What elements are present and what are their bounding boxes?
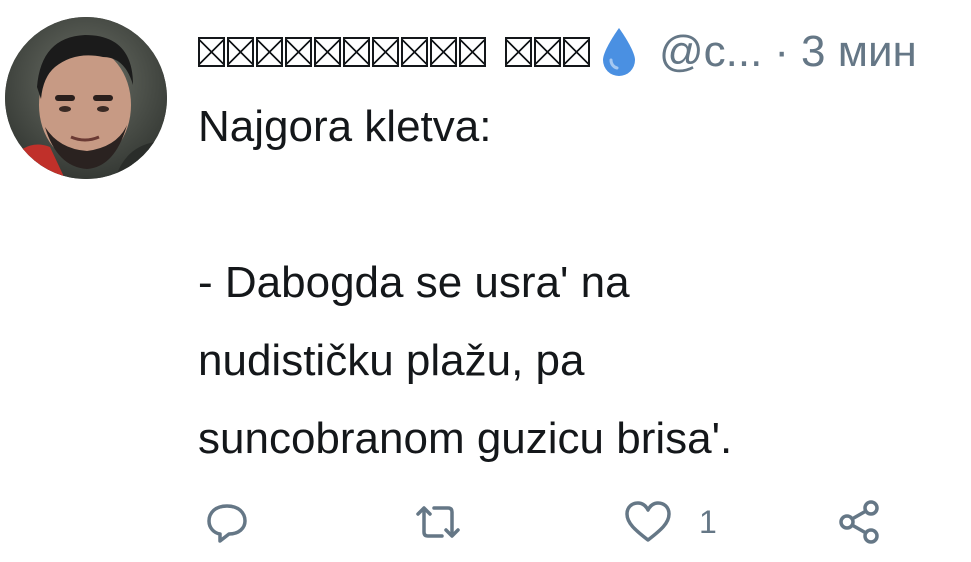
tweet-text: Najgora kletva: - Dabogda se usra' na nu…	[198, 88, 958, 478]
like-count: 1	[699, 503, 717, 540]
display-name-word-2	[505, 37, 591, 67]
tweet-text-line: nudističku plažu, pa	[198, 336, 585, 385]
avatar-image	[5, 17, 167, 179]
reply-button[interactable]	[203, 490, 251, 554]
tweet-text-line	[198, 166, 958, 244]
heart-icon	[625, 501, 671, 542]
separator: ·	[774, 27, 789, 76]
tweet-actions: 1	[0, 490, 971, 554]
tweet-text-line: Najgora kletva:	[198, 102, 492, 151]
like-button[interactable]: 1	[623, 490, 717, 554]
reply-icon	[207, 504, 247, 543]
retweet-icon	[416, 506, 460, 538]
tweet[interactable]: @c... · 3 мин Najgora kletva: - Dabogda …	[0, 0, 971, 562]
tweet-text-line: - Dabogda se usra' na	[198, 258, 630, 307]
retweet-button[interactable]	[410, 490, 466, 554]
tweet-header: @c... · 3 мин	[198, 20, 917, 84]
timestamp[interactable]: 3 мин	[801, 20, 917, 84]
droplet-icon	[599, 26, 639, 78]
handle[interactable]: @c...	[659, 20, 762, 84]
display-name-word-1	[198, 37, 487, 67]
share-icon	[839, 500, 879, 544]
share-button[interactable]	[835, 490, 883, 554]
display-name[interactable]	[198, 37, 591, 67]
avatar[interactable]	[5, 17, 167, 179]
tweet-text-line: suncobranom guzicu brisa'.	[198, 414, 733, 463]
